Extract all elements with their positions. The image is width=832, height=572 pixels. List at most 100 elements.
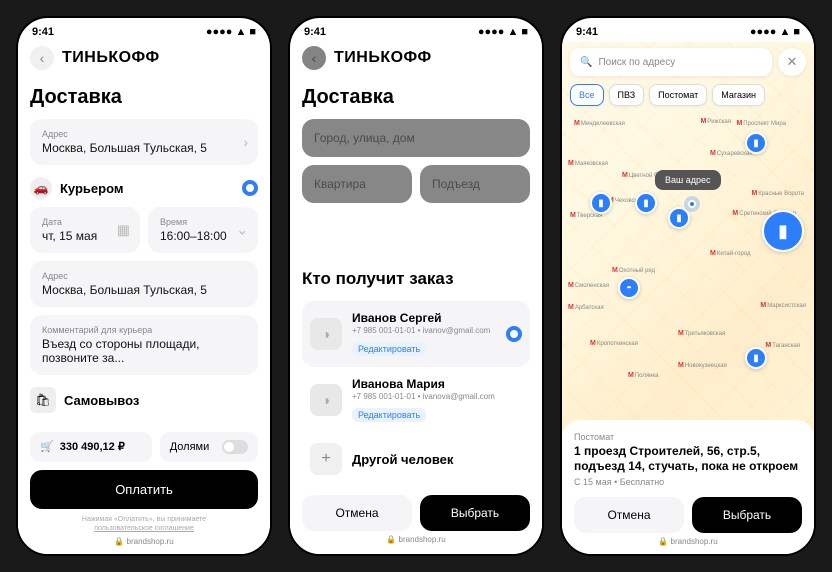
status-bar: 9:41 ●●●● ▲ ■	[18, 18, 270, 42]
entrance-input[interactable]: Подъезд	[420, 165, 530, 203]
status-bar: 9:41 ●●●●▲■	[290, 18, 542, 42]
screen-delivery: 9:41 ●●●● ▲ ■ ‹ ТИНЬКОФФ Доставка Адрес …	[16, 16, 272, 556]
other-person[interactable]: + Другой человек	[302, 433, 530, 485]
person-name: Иванова Мария	[352, 377, 522, 391]
map-pin-selected[interactable]: ▮	[762, 210, 804, 252]
person-detail: +7 985 001-01-01 • ivanov@gmail.com	[352, 326, 496, 335]
edit-link[interactable]: Редактировать	[352, 342, 426, 356]
address-card[interactable]: Адрес Москва, Большая Тульская, 5 ›	[30, 119, 258, 165]
address-value: Москва, Большая Тульская, 5	[42, 141, 246, 155]
cart-icon: 🛒	[40, 440, 54, 453]
url-bar: 🔒 brandshop.ru	[30, 533, 258, 550]
metro-label: Кропоткинская	[590, 340, 638, 347]
other-label: Другой человек	[352, 452, 522, 467]
filter-postomat[interactable]: Постомат	[649, 84, 707, 106]
page-title: Доставка	[30, 86, 258, 109]
close-button[interactable]: ✕	[778, 48, 806, 76]
disclaimer: Нажимая «Оплатить», вы принимаете пользо…	[30, 515, 258, 533]
agreement-link[interactable]: пользовательское соглашение	[94, 525, 194, 532]
comment-value: Въезд со стороны площади, позвоните за..…	[42, 337, 246, 365]
metro-label: Третьяковская	[678, 330, 725, 337]
status-time: 9:41	[304, 26, 326, 38]
metro-label: Смоленская	[568, 282, 609, 289]
time-card[interactable]: Время 16:00–18:00 ⌄	[148, 207, 258, 253]
status-time: 9:41	[32, 26, 54, 38]
metro-label: Рижская	[700, 118, 731, 125]
price-card[interactable]: 🛒 330 490,12 ₽	[30, 432, 152, 462]
comment-card[interactable]: Комментарий для курьера Въезд со стороны…	[30, 315, 258, 375]
location-meta: С 15 мая • Бесплатно	[574, 477, 802, 487]
split-card[interactable]: Долями	[160, 432, 258, 462]
choose-button[interactable]: Выбрать	[692, 497, 802, 533]
battery-icon: ■	[249, 26, 256, 38]
chevron-down-icon: ⌄	[236, 222, 248, 239]
screen-map: 9:41 ●●●●▲■ 🔍 Поиск по адресу ✕ Все ПВЗ …	[560, 16, 816, 556]
chevron-right-icon: ›	[243, 134, 248, 150]
map-pin[interactable]: ◓	[618, 277, 640, 299]
status-time: 9:41	[576, 26, 598, 38]
address-input[interactable]: Город, улица, дом	[302, 119, 530, 157]
wifi-icon: ▲	[235, 26, 246, 38]
location-address: 1 проезд Строителей, 56, стр.5, подъезд …	[574, 444, 802, 475]
pay-button[interactable]: Оплатить	[30, 470, 258, 509]
courier-method[interactable]: 🚗 Курьером	[30, 177, 258, 199]
status-icons: ●●●● ▲ ■	[206, 26, 256, 38]
recipient-sheet: Кто получит заказ ◑ Иванов Сергей +7 985…	[290, 255, 542, 554]
address2-card[interactable]: Адрес Москва, Большая Тульская, 5	[30, 261, 258, 307]
footer: 🛒 330 490,12 ₽ Долями Оплатить Нажимая «…	[18, 424, 270, 554]
cancel-button[interactable]: Отмена	[302, 495, 412, 531]
back-button[interactable]: ‹	[30, 46, 54, 70]
split-toggle[interactable]	[222, 440, 248, 454]
metro-label: Таганская	[765, 342, 800, 349]
method-label: Курьером	[60, 181, 234, 196]
address2-label: Адрес	[42, 271, 246, 281]
edit-link[interactable]: Редактировать	[352, 408, 426, 422]
comment-label: Комментарий для курьера	[42, 325, 246, 335]
back-button[interactable]: ‹	[302, 46, 326, 70]
metro-label: Сухаревская	[710, 150, 753, 157]
signal-icon: ●●●●	[206, 26, 233, 38]
person-option[interactable]: ◑ Иванова Мария +7 985 001-01-01 • ivano…	[302, 367, 530, 433]
search-input[interactable]: 🔍 Поиск по адресу	[570, 48, 772, 76]
time-value: 16:00–18:00	[160, 229, 246, 243]
address2-value: Москва, Большая Тульская, 5	[42, 283, 246, 297]
address-label: Адрес	[42, 129, 246, 139]
date-value: чт, 15 мая	[42, 229, 128, 243]
radio-selected[interactable]	[506, 326, 522, 342]
map-pin[interactable]: ▮	[635, 192, 657, 214]
filter-all[interactable]: Все	[570, 84, 604, 106]
map-pin[interactable]: ▮	[745, 132, 767, 154]
bag-icon: 🛍	[30, 387, 56, 413]
filter-shop[interactable]: Магазин	[712, 84, 765, 106]
brand-logo: ТИНЬКОФФ	[334, 49, 432, 67]
page-title: Доставка	[302, 86, 530, 109]
brand-logo: ТИНЬКОФФ	[62, 49, 160, 67]
metro-label: Красные Ворота	[751, 190, 804, 197]
time-label: Время	[160, 217, 246, 227]
date-card[interactable]: Дата чт, 15 мая ▦	[30, 207, 140, 253]
price-value: 330 490,12 ₽	[60, 440, 125, 453]
person-option[interactable]: ◑ Иванов Сергей +7 985 001-01-01 • ivano…	[302, 301, 530, 367]
location-sheet: Постомат 1 проезд Строителей, 56, стр.5,…	[562, 420, 814, 554]
radio-selected[interactable]	[242, 180, 258, 196]
date-label: Дата	[42, 217, 128, 227]
url-bar: 🔒 brandshop.ru	[302, 531, 530, 548]
map-pin[interactable]: ▮	[745, 347, 767, 369]
map-pin[interactable]: ▮	[590, 192, 612, 214]
person-name: Иванов Сергей	[352, 311, 496, 325]
car-icon: 🚗	[30, 177, 52, 199]
sheet-title: Кто получит заказ	[302, 269, 530, 289]
cancel-button[interactable]: Отмена	[574, 497, 684, 533]
avatar-icon: ◑	[310, 384, 342, 416]
avatar-icon: ◑	[310, 318, 342, 350]
header: ‹ ТИНЬКОФФ	[18, 42, 270, 78]
map-pin[interactable]: ▮	[668, 207, 690, 229]
location-type: Постомат	[574, 432, 802, 442]
metro-label: Менделеевская	[574, 120, 625, 127]
choose-button[interactable]: Выбрать	[420, 495, 530, 531]
filter-row: Все ПВЗ Постомат Магазин	[570, 84, 806, 106]
metro-label: Новокузнецкая	[678, 362, 727, 369]
filter-pvz[interactable]: ПВЗ	[609, 84, 645, 106]
flat-input[interactable]: Квартира	[302, 165, 412, 203]
your-location-dot	[688, 200, 696, 208]
